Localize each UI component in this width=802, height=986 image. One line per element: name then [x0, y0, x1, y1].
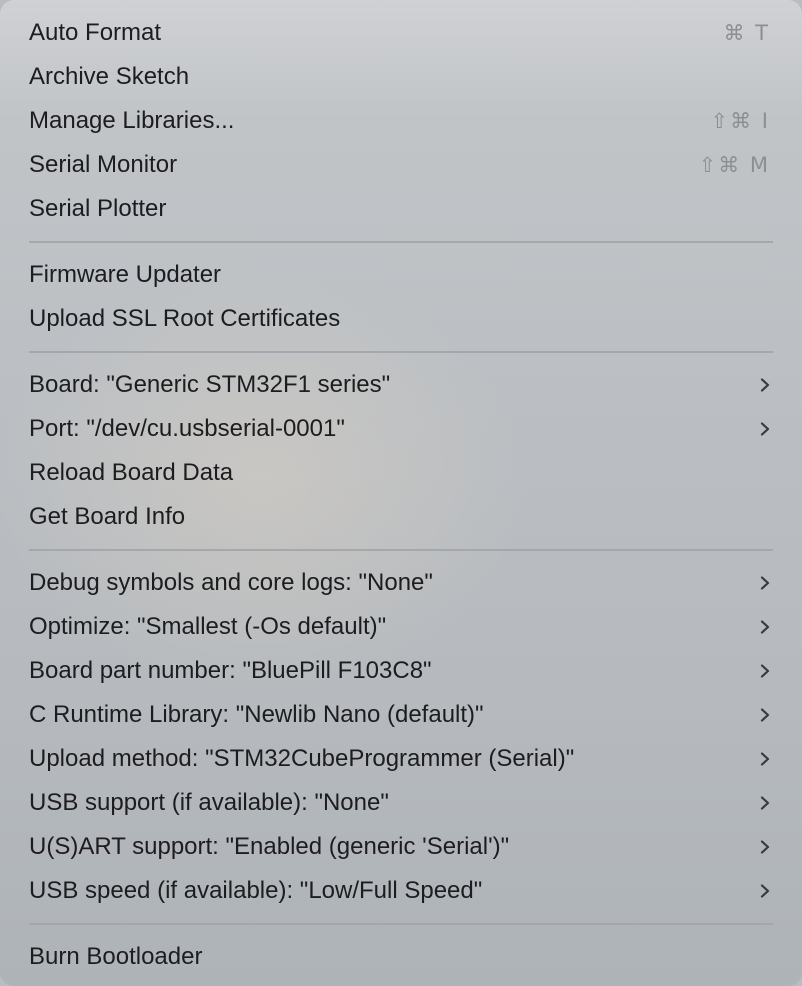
menu-item-firmware-updater[interactable]: Firmware Updater	[0, 253, 802, 297]
shortcut-label: ⌘ T	[723, 21, 770, 45]
menu-item-upload-method[interactable]: Upload method: "STM32CubeProgrammer (Ser…	[0, 737, 802, 781]
menu-item-optimize[interactable]: Optimize: "Smallest (-Os default)"	[0, 605, 802, 649]
menu-item-label: USB support (if available): "None"	[29, 789, 389, 816]
menu-item-label: Board part number: "BluePill F103C8"	[29, 657, 432, 684]
menu-item-label: Board: "Generic STM32F1 series"	[29, 371, 391, 398]
menu-item-board[interactable]: Board: "Generic STM32F1 series"	[0, 363, 802, 407]
menu-item-label: Burn Bootloader	[29, 943, 203, 970]
menu-item-label: Archive Sketch	[29, 63, 190, 90]
menu-item-serial-plotter[interactable]: Serial Plotter	[0, 187, 802, 231]
menu-item-c-runtime-library[interactable]: C Runtime Library: "Newlib Nano (default…	[0, 693, 802, 737]
menu-item-label: Manage Libraries...	[29, 107, 235, 134]
menu-item-serial-monitor[interactable]: Serial Monitor ⇧⌘ M	[0, 143, 802, 187]
chevron-right-icon	[758, 752, 772, 766]
menu-item-label: Serial Monitor	[29, 151, 178, 178]
shortcut-label: ⇧⌘ I	[710, 109, 770, 133]
chevron-right-icon	[758, 796, 772, 810]
menu-item-usb-support[interactable]: USB support (if available): "None"	[0, 781, 802, 825]
menu-item-get-board-info[interactable]: Get Board Info	[0, 495, 802, 539]
chevron-right-icon	[758, 422, 772, 436]
menu-item-label: Auto Format	[29, 19, 162, 46]
chevron-right-icon	[758, 576, 772, 590]
menu-item-label: Reload Board Data	[29, 459, 234, 486]
menu-item-label: Debug symbols and core logs: "None"	[29, 569, 433, 596]
menu-item-label: Upload method: "STM32CubeProgrammer (Ser…	[29, 745, 575, 772]
menu-item-auto-format[interactable]: Auto Format ⌘ T	[0, 11, 802, 55]
menu-separator	[0, 913, 802, 935]
chevron-right-icon	[758, 840, 772, 854]
menu-item-board-part-number[interactable]: Board part number: "BluePill F103C8"	[0, 649, 802, 693]
chevron-right-icon	[758, 708, 772, 722]
menu-item-label: Upload SSL Root Certificates	[29, 305, 341, 332]
menu-item-label: Optimize: "Smallest (-Os default)"	[29, 613, 387, 640]
menu-item-label: C Runtime Library: "Newlib Nano (default…	[29, 701, 484, 728]
menu-item-label: Firmware Updater	[29, 261, 222, 288]
menu-item-usb-speed[interactable]: USB speed (if available): "Low/Full Spee…	[0, 869, 802, 913]
menu-item-label: Get Board Info	[29, 503, 186, 530]
menu-item-upload-ssl-root-certificates[interactable]: Upload SSL Root Certificates	[0, 297, 802, 341]
menu-item-usart-support[interactable]: U(S)ART support: "Enabled (generic 'Seri…	[0, 825, 802, 869]
menu-separator	[0, 231, 802, 253]
menu-item-label: Serial Plotter	[29, 195, 167, 222]
menu-item-label: USB speed (if available): "Low/Full Spee…	[29, 877, 483, 904]
menu-item-reload-board-data[interactable]: Reload Board Data	[0, 451, 802, 495]
menu-item-debug-symbols[interactable]: Debug symbols and core logs: "None"	[0, 561, 802, 605]
menu-item-manage-libraries[interactable]: Manage Libraries... ⇧⌘ I	[0, 99, 802, 143]
shortcut-label: ⇧⌘ M	[698, 153, 770, 177]
menu-item-port[interactable]: Port: "/dev/cu.usbserial-0001"	[0, 407, 802, 451]
tools-menu: Auto Format ⌘ T Archive Sketch Manage Li…	[0, 0, 802, 986]
chevron-right-icon	[758, 620, 772, 634]
chevron-right-icon	[758, 664, 772, 678]
menu-separator	[0, 539, 802, 561]
chevron-right-icon	[758, 378, 772, 392]
menu-separator	[0, 341, 802, 363]
menu-item-label: Port: "/dev/cu.usbserial-0001"	[29, 415, 345, 442]
chevron-right-icon	[758, 884, 772, 898]
menu-item-burn-bootloader[interactable]: Burn Bootloader	[0, 935, 802, 979]
menu-item-archive-sketch[interactable]: Archive Sketch	[0, 55, 802, 99]
menu-item-label: U(S)ART support: "Enabled (generic 'Seri…	[29, 833, 510, 860]
